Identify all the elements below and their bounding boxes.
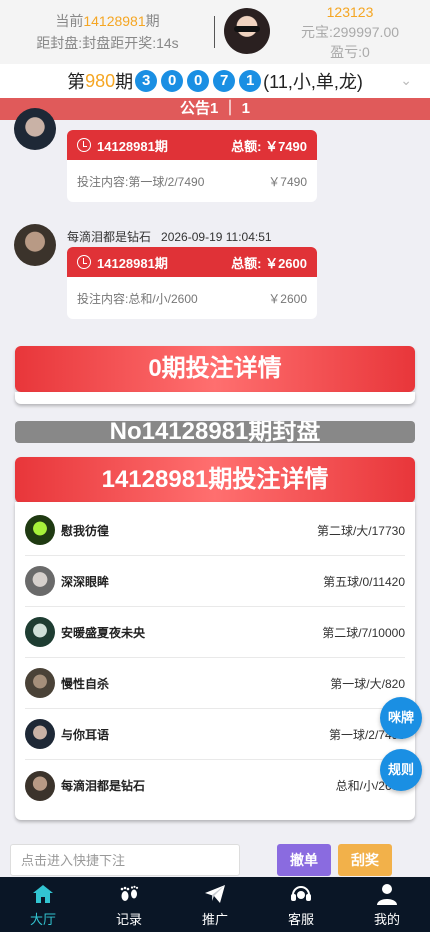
paper-plane-icon <box>205 884 225 903</box>
bet-card-period: 14128981期 <box>97 138 168 154</box>
feed-time: 2026-09-19 11:04:51 <box>161 230 272 244</box>
period-info: 当前14128981期 距封盘:封盘距开奖:14s <box>0 10 215 54</box>
bettor-name: 安暖盛夏夜未央 <box>61 625 146 640</box>
draw-ball-3: 0 <box>187 70 210 92</box>
avatar <box>25 668 55 698</box>
tab-promote[interactable]: 推广 <box>172 877 258 932</box>
draw-period: 980 <box>85 70 116 91</box>
draw-suffix: 期 <box>115 72 134 92</box>
list-item[interactable]: 与你耳语 第一球/2/7490 <box>25 709 405 760</box>
chevron-down-icon[interactable]: ⌄ <box>400 72 412 89</box>
last-draw-row[interactable]: 第 980 期 3 0 0 7 1 (11,小,单,龙) ⌄ <box>0 64 430 98</box>
balance-text: 元宝:299997.00 <box>300 24 400 40</box>
cancel-bet-button[interactable]: 撤单 <box>277 844 331 876</box>
zero-period-body <box>15 392 415 404</box>
bet-amount: ￥7490 <box>268 174 307 189</box>
notice-bar[interactable]: 公告1 ｜ 1 <box>0 98 430 120</box>
bet-card-1[interactable]: 14128981期 总额: ￥7490 投注内容:第一球/2/7490 ￥749… <box>67 130 317 202</box>
total-label: 总额: <box>231 255 262 271</box>
tab-label: 大厅 <box>29 911 56 927</box>
draw-ball-1: 3 <box>135 70 158 92</box>
total-amount: ￥7490 <box>265 138 307 154</box>
avatar <box>25 566 55 596</box>
scratch-button[interactable]: 刮奖 <box>338 844 392 876</box>
bet-amount: ￥2600 <box>268 291 307 306</box>
bettor-bet: 第二球/7/10000 <box>322 625 405 640</box>
zero-period-title: 0期投注详情 <box>15 346 415 392</box>
clock-icon <box>77 138 91 152</box>
closed-banner: No14128981期封盘 <box>15 421 415 443</box>
list-item[interactable]: 深深眼眸 第五球/0/11420 <box>25 556 405 607</box>
total-label: 总额: <box>231 138 262 154</box>
current-suffix: 期 <box>145 13 160 29</box>
bettor-name: 与你耳语 <box>61 727 110 742</box>
user-id: 123123 <box>326 4 374 20</box>
draw-ball-2: 0 <box>161 70 184 92</box>
tab-label: 推广 <box>201 911 228 927</box>
detail-panel-title: 14128981期投注详情 <box>15 457 415 503</box>
user-avatar[interactable] <box>224 8 270 54</box>
bettor-name: 慢性自杀 <box>61 676 110 691</box>
tab-mine[interactable]: 我的 <box>344 877 430 932</box>
list-item[interactable]: 慰我彷徨 第二球/大/17730 <box>25 505 405 556</box>
bettor-name: 慰我彷徨 <box>61 523 110 538</box>
list-item[interactable]: 慢性自杀 第一球/大/820 <box>25 658 405 709</box>
draw-result: (11,小,单,龙) <box>263 72 363 92</box>
bet-card-body: 投注内容:第一球/2/7490 ￥7490 <box>67 160 317 202</box>
current-period: 14128981 <box>83 13 146 29</box>
avatar <box>25 617 55 647</box>
tab-lobby[interactable]: 大厅 <box>0 877 86 932</box>
tab-label: 客服 <box>287 911 314 927</box>
bet-content: 投注内容:第一球/2/7490 <box>77 174 205 189</box>
draw-ball-5: 1 <box>239 70 262 92</box>
feed-meta-2: 每滴泪都是钻石 2026-09-19 11:04:51 <box>67 228 272 245</box>
bet-card-2[interactable]: 14128981期 总额: ￥2600 投注内容:总和/小/2600 ￥2600 <box>67 247 317 319</box>
countdown-text: 距封盘:封盘距开奖:14s <box>36 35 179 51</box>
quick-bet-input[interactable] <box>10 844 240 876</box>
detail-list: 慰我彷徨 第二球/大/17730 深深眼眸 第五球/0/11420 安暖盛夏夜未… <box>15 502 415 820</box>
bet-content: 投注内容:总和/小/2600 <box>77 291 198 306</box>
feed-avatar-2 <box>14 224 56 266</box>
current-prefix: 当前 <box>55 13 84 29</box>
top-header: 当前14128981期 距封盘:封盘距开奖:14s 123123 元宝:2999… <box>0 0 430 64</box>
rules-fab-button[interactable]: 规则 <box>380 749 422 791</box>
quick-bet-bar: 撤单 刮奖 <box>0 838 430 878</box>
user-icon <box>377 883 397 905</box>
feed-username: 每滴泪都是钻石 <box>67 230 152 244</box>
footprints-icon <box>120 885 139 901</box>
avatar <box>25 719 55 749</box>
bottom-tab-bar: 大厅 记录 推广 客服 我的 <box>0 877 430 932</box>
list-item[interactable]: 每滴泪都是钻石 总和/小/2600 <box>25 760 405 811</box>
avatar <box>25 770 55 801</box>
avatar <box>25 515 55 545</box>
home-icon <box>33 884 53 903</box>
draw-prefix: 第 <box>67 72 86 92</box>
bettor-bet: 第二球/大/17730 <box>316 523 405 538</box>
total-amount: ￥2600 <box>265 255 307 271</box>
bettor-name: 深深眼眸 <box>61 574 110 589</box>
header-divider <box>214 16 215 48</box>
tab-records[interactable]: 记录 <box>86 877 172 932</box>
bet-card-period: 14128981期 <box>97 255 168 271</box>
tab-support[interactable]: 客服 <box>258 877 344 932</box>
list-item[interactable]: 安暖盛夏夜未央 第二球/7/10000 <box>25 607 405 658</box>
bet-card-body: 投注内容:总和/小/2600 ￥2600 <box>67 277 317 319</box>
bet-card-header: 14128981期 总额: ￥2600 <box>67 247 317 277</box>
account-info: 123123 元宝:299997.00 盈亏:0 <box>280 2 420 62</box>
bettor-bet: 第一球/大/820 <box>330 676 405 691</box>
bet-card-header: 14128981期 总额: ￥7490 <box>67 130 317 160</box>
profit-text: 盈亏:0 <box>330 44 370 60</box>
tab-label: 记录 <box>115 911 142 927</box>
bettor-name: 每滴泪都是钻石 <box>61 779 146 793</box>
headset-icon <box>291 885 311 901</box>
tab-label: 我的 <box>373 911 400 927</box>
chat-fab-button[interactable]: 咪牌 <box>380 697 422 739</box>
draw-ball-4: 7 <box>213 70 236 92</box>
feed-avatar-1 <box>14 108 56 150</box>
clock-icon <box>77 255 91 269</box>
bettor-bet: 第五球/0/11420 <box>323 574 405 589</box>
